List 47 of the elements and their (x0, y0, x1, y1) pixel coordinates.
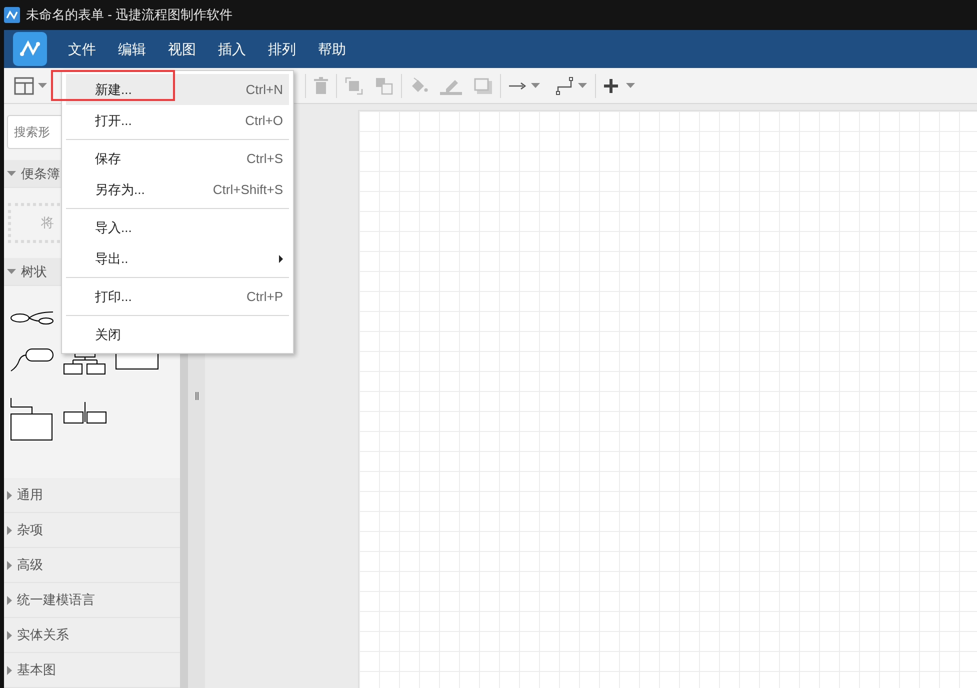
shadow-icon[interactable] (474, 78, 492, 94)
plus-icon[interactable] (604, 78, 618, 92)
trash-icon[interactable] (314, 77, 328, 94)
caret-icon[interactable] (626, 83, 635, 88)
collapsed-triangle-icon (7, 630, 12, 640)
collapsed-triangle-icon (7, 526, 12, 534)
splitter-handle-icon[interactable] (194, 392, 198, 400)
menu-item[interactable]: 文件 (57, 34, 107, 64)
menu-option[interactable]: 导出.. (66, 243, 289, 274)
shape-thumbnail[interactable] (10, 398, 54, 442)
section-header[interactable]: 高级 (4, 548, 180, 583)
section-header[interactable]: 通用 (4, 478, 180, 513)
section-header[interactable]: 杂项 (4, 513, 180, 548)
collapsed-triangle-icon (7, 666, 12, 674)
menu-option[interactable]: 新建... Ctrl+N (66, 74, 289, 105)
send-to-back-icon[interactable] (375, 76, 393, 94)
waypoint-connector-icon[interactable] (556, 76, 574, 94)
window-title: 未命名的表单 - 迅捷流程图制作软件 (26, 6, 233, 24)
menu-item[interactable]: 编辑 (107, 34, 157, 64)
submenu-arrow-icon (279, 254, 283, 262)
app-logo-icon (4, 7, 20, 23)
caret-icon[interactable] (531, 83, 540, 88)
shape-thumbnail[interactable] (10, 348, 54, 372)
menu-option[interactable]: 保存 Ctrl+S (66, 143, 289, 174)
menu-option[interactable]: 打印... Ctrl+P (66, 281, 289, 312)
menu-item[interactable]: 插入 (207, 34, 257, 64)
menu-item[interactable]: 视图 (157, 34, 207, 64)
collapsed-triangle-icon (7, 560, 12, 570)
menu-item[interactable]: 帮助 (307, 34, 357, 64)
expanded-triangle-icon (7, 269, 16, 274)
section-header[interactable]: 基本图 (4, 653, 180, 688)
arrow-icon[interactable] (509, 82, 527, 90)
fill-bucket-icon[interactable] (410, 76, 428, 94)
section-header[interactable]: 统一建模语言 (4, 583, 180, 618)
menu-item[interactable]: 排列 (257, 34, 307, 64)
app-logo-icon (13, 32, 47, 66)
menu-option[interactable]: 关闭 (66, 319, 289, 350)
menu-option[interactable]: 另存为... Ctrl+Shift+S (66, 174, 289, 205)
caret-icon[interactable] (578, 83, 587, 88)
collapsed-triangle-icon (7, 490, 12, 500)
menu-option[interactable]: 打开... Ctrl+O (66, 105, 289, 136)
collapsed-triangle-icon (7, 596, 12, 604)
caret-icon[interactable] (38, 83, 47, 88)
layout-icon[interactable] (14, 76, 34, 94)
expanded-triangle-icon (7, 171, 16, 176)
section-header[interactable]: 实体关系 (4, 618, 180, 653)
bring-to-front-icon[interactable] (345, 76, 363, 94)
